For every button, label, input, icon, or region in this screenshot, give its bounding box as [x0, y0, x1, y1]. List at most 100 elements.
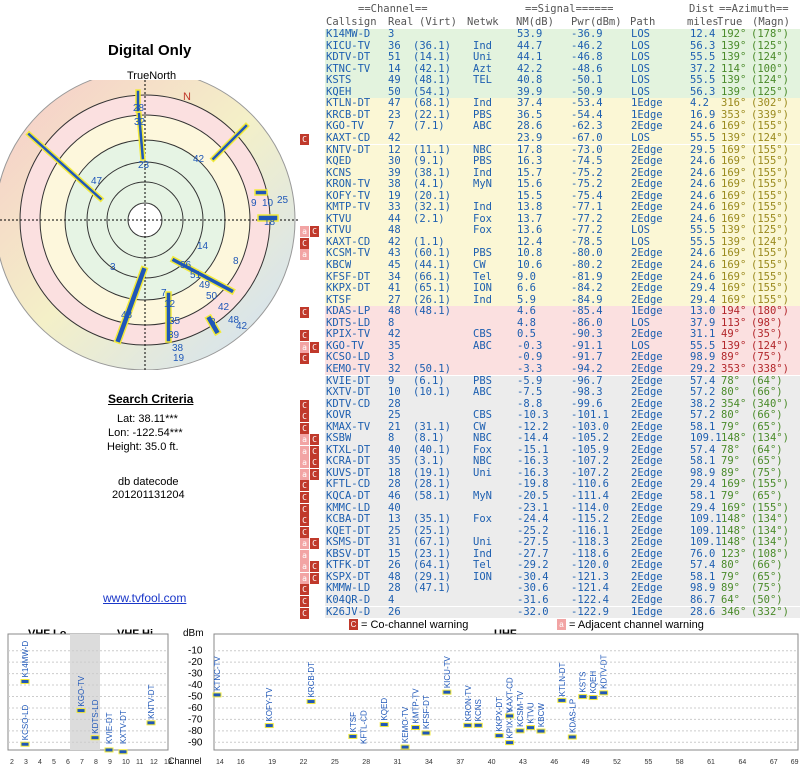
table-row[interactable]: KCBA-DT 13 (35.1) Fox -24.4 -115.2 2Edge 109.1 1…: [300, 514, 800, 527]
adjacent-channel-warning-icon: a: [300, 445, 309, 457]
table-row[interactable]: KTNC-TV 14 (42.1) Azt 42.2 -48.6 LOS 37.2 114° (1…: [325, 63, 800, 76]
table-row[interactable]: KXTV-DT 10 (10.1) ABC -7.5 -98.3 2Edge 57.2 80°(…: [325, 387, 800, 399]
co-channel-warning-icon: C: [310, 457, 319, 469]
table-row[interactable]: KOVR 25 CBS -10.3 -101.1 2Edge 57.2 80° (66°) C: [300, 410, 800, 423]
grp-dist: Dist: [689, 3, 715, 15]
co-channel-warning-icon: C: [300, 353, 309, 365]
table-row[interactable]: KFTL-CD 28 (28.1) -19.8 -110.6 2Edge 29.4 169°(…: [300, 479, 800, 492]
table-row[interactable]: KGO-TV 35 ABC -0.3 -91.1 LOS 55.5 139° (124°) a C: [300, 340, 800, 353]
channel-tick-label: 3: [24, 759, 28, 766]
table-row[interactable]: KAXT-CD 42 23.9 -67.0 LOS 55.5 139° (124°) C: [300, 132, 800, 145]
table-row[interactable]: KQED 30 (9.1) PBS 16.3 -74.5 2Edge 24.6 169° (155…: [325, 156, 800, 168]
radar-label: 50: [206, 291, 218, 302]
co-channel-warning-icon: C: [300, 515, 309, 527]
channel-tick-label: 22: [300, 759, 308, 766]
table-row[interactable]: KMTP-TV 33 (32.1) Ind 13.8 -77.1 2Edge 24.6 169°…: [325, 202, 800, 214]
table-row[interactable]: KTVU 44 (2.1) Fox 13.7 -77.2 2Edge 24.6 169° (155…: [325, 213, 800, 226]
table-row[interactable]: KDTV-CD 28 -8.8 -99.6 2Edge 38.2 354° (340°) C: [300, 398, 800, 411]
table-row[interactable]: KGO-TV 7 (7.1) ABC 28.6 -62.3 2Edge 24.6 169° (15…: [325, 121, 800, 133]
table-row[interactable]: K26JV-D 26 -32.0 -122.9 1Edge 28.6 346° (332°) C: [300, 606, 800, 619]
radar-label: 39: [168, 330, 180, 341]
table-row[interactable]: KSMS-DT 31 (67.1) Uni -27.5 -118.3 2Edge 109.1 1…: [300, 537, 800, 550]
table-row[interactable]: KSTS 49 (48.1) TEL 40.8 -50.1 LOS 55.5 139° (124°…: [325, 75, 800, 87]
signal-marker: [463, 722, 473, 728]
db-label: db datecode: [118, 476, 179, 488]
signal-marker: [578, 694, 588, 700]
hdr-virt: (Virt): [419, 16, 457, 28]
warning-badges: C: [300, 595, 309, 607]
table-row[interactable]: KMMC-LD 40 -23.1 -114.0 2Edge 29.4 169° (155°) C: [300, 502, 800, 515]
table-row[interactable]: KBCW 45 (44.1) CW 10.6 -80.2 2Edge 24.6 169° (155…: [325, 260, 800, 272]
channel-tick-label: 25: [331, 759, 339, 766]
table-row[interactable]: KDTV-DT 51 (14.1) Uni 44.1 -46.8 LOS 55.5 139° (1…: [325, 52, 800, 64]
table-row[interactable]: KSBW 8 (8.1) NBC -14.4 -105.2 2Edge 109.1 148° (1…: [300, 433, 800, 446]
table-row[interactable]: KPIX-TV 42 CBS 0.5 -90.3 2Edge 31.1 49° (35°) C: [300, 329, 800, 342]
co-channel-warning-icon: C: [310, 572, 319, 584]
station-label: KTLN-DT: [558, 663, 567, 697]
signal-marker: [411, 725, 421, 731]
cell-magn: (332°): [751, 606, 789, 618]
table-row[interactable]: KEMO-TV 32 (50.1) -3.3 -94.2 2Edge 29.2 353° (33…: [325, 363, 800, 376]
table-row[interactable]: KFSF-DT 34 (66.1) Tel 9.0 -81.9 2Edge 24.6 169°(…: [325, 271, 800, 284]
table-row[interactable]: KDAS-LP 48 (48.1) 4.6 -85.4 1Edge 13.0 194° (180…: [300, 306, 800, 319]
table-row[interactable]: KCSM-TV 43 (60.1) PBS 10.8 -80.0 2Edge 24.6 169°…: [300, 248, 800, 261]
channel-tick-label: 37: [456, 759, 464, 766]
co-channel-warning-icon: C: [310, 434, 319, 446]
table-row[interactable]: KQCA-DT 46 (58.1) MyN -20.5 -111.4 2Edge 58.1 79…: [300, 491, 800, 503]
table-row[interactable]: KMAX-TV 21 (31.1) CW -12.2 -103.0 2Edge 58.1 79°…: [300, 421, 800, 434]
table-row[interactable]: KTLN-DT 47 (68.1) Ind 37.4 -53.4 1Edge 4.2 316°(…: [325, 98, 800, 110]
table-row[interactable]: K14MW-D 3 53.9 -36.9 LOS 12.4 192° (178°): [325, 29, 800, 41]
table-row[interactable]: KCSO-LD 3 -0.9 -91.7 2Edge 98.9 89° (75°) C: [300, 352, 800, 365]
adjacent-channel-warning-icon: a: [300, 468, 309, 480]
warning-badges: C: [300, 480, 309, 492]
signal-marker: [442, 689, 452, 695]
table-row[interactable]: KRCB-DT 23 (22.1) PBS 36.5 -54.4 1Edge 16.9 353°…: [325, 109, 800, 122]
table-row[interactable]: KICU-TV 36 (36.1) Ind 44.7 -46.2 LOS 56.3 139° (1…: [325, 40, 800, 53]
signal-marker: [557, 697, 567, 703]
table-row[interactable]: KCNS 39 (38.1) Ind 15.7 -75.2 2Edge 24.6 169° (15…: [325, 167, 800, 180]
table-row[interactable]: KSPX-DT 48 (29.1) ION -30.4 -121.3 2Edge 58.1 79…: [300, 571, 800, 584]
table-row[interactable]: KUVS-DT 18 (19.1) Uni -16.3 -107.2 2Edge 98.9 89…: [300, 467, 800, 480]
channel-tick-label: 14: [216, 759, 224, 766]
station-label: KDTV-DT: [600, 655, 609, 689]
channel-tick-label: 10: [122, 759, 130, 766]
table-row[interactable]: KTSF 27 (26.1) Ind 5.9 -84.9 2Edge 29.4 169° (155…: [325, 294, 800, 307]
table-row[interactable]: KBSV-DT 15 (23.1) Ind -27.7 -118.6 2Edge 76.0 12…: [300, 548, 800, 561]
table-row[interactable]: KMMW-LD 28 (47.1) -30.6 -121.4 2Edge 98.9 89° (7…: [300, 583, 800, 596]
table-row[interactable]: KTVU 48 Fox 13.6 -77.2 LOS 55.5 139° (125°) a C: [300, 225, 800, 238]
warning-badges: C: [300, 584, 309, 596]
table-row[interactable]: KTFK-DT 26 (64.1) Tel -29.2 -120.0 2Edge 57.4 80…: [300, 560, 800, 573]
table-row[interactable]: KVIE-DT 9 (6.1) PBS -5.9 -96.7 2Edge 57.4 78° (64…: [325, 375, 800, 387]
signal-marker: [104, 747, 114, 753]
adjacent-channel-warning-icon: a: [300, 549, 309, 561]
table-row[interactable]: KRON-TV 38 (4.1) MyN 15.6 -75.2 2Edge 24.6 169°(…: [325, 179, 800, 191]
table-row[interactable]: KCRA-DT 35 (3.1) NBC -16.3 -107.2 2Edge 58.1 79°…: [300, 456, 800, 469]
table-row[interactable]: KNTV-DT 12 (11.1) NBC 17.8 -73.0 2Edge 29.5 169°…: [325, 144, 800, 156]
signal-marker: [118, 749, 128, 755]
hdr-magn: (Magn): [752, 16, 790, 28]
table-row[interactable]: KOFY-TV 19 (20.1) 15.5 -75.4 2Edge 24.6 169° (15…: [325, 190, 800, 203]
channel-tick-label: 8: [94, 759, 98, 766]
table-row[interactable]: KDTS-LD 8 4.8 -86.0 LOS 37.9 113° (98°): [325, 317, 800, 330]
warning-badges: C: [300, 515, 309, 527]
channel-tick-label: 67: [770, 759, 778, 766]
warning-badges: aC: [300, 226, 319, 238]
station-label: KDTS-LD: [91, 699, 100, 733]
table-row[interactable]: KTXL-DT 40 (40.1) Fox -15.1 -105.9 2Edge 57.4 78…: [300, 444, 800, 457]
signal-marker: [526, 725, 535, 731]
table-row[interactable]: KKPX-DT 41 (65.1) ION 6.6 -84.2 2Edge 29.4 169°(…: [325, 283, 800, 295]
adjacent-channel-warning-icon: a: [300, 457, 309, 469]
table-row[interactable]: KQEH 50 (54.1) 39.9 -50.9 LOS 56.3 139° (125°): [325, 86, 800, 99]
channel-tick-label: 49: [582, 759, 590, 766]
tvfool-link[interactable]: www.tvfool.com: [103, 591, 186, 605]
table-row[interactable]: K04QR-D 4 -31.6 -122.4 2Edge 86.7 64° (50°) C: [300, 594, 800, 607]
warning-badges: aC: [300, 445, 319, 457]
table-row[interactable]: KQET-DT 25 (25.1) -25.2 -116.1 2Edge 109.1 148°…: [300, 525, 800, 538]
title: Digital Only: [108, 42, 192, 59]
warning-badges: C: [300, 133, 309, 145]
cell-call: K26JV-D: [326, 606, 371, 618]
adjacent-channel-warning-icon: a: [300, 249, 309, 261]
warning-badges: aC: [300, 457, 319, 469]
channel-tick-label: 7: [80, 759, 84, 766]
table-row[interactable]: KAXT-CD 42 (1.1) 12.4 -78.5 LOS 55.5 139° (124°)…: [300, 236, 800, 249]
